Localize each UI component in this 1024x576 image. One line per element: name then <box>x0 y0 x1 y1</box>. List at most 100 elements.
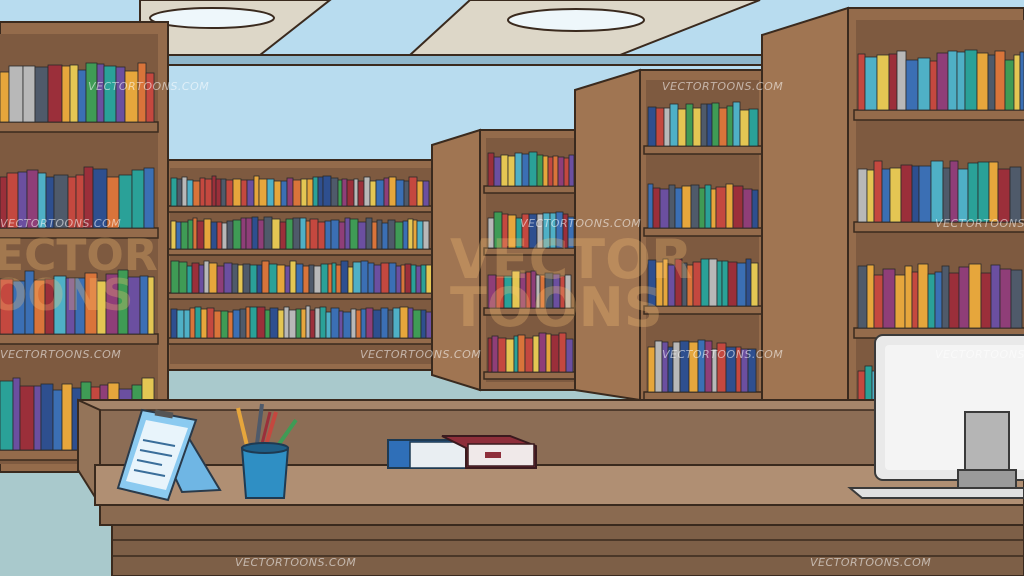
book-spine <box>131 169 145 229</box>
book-spine <box>751 189 759 229</box>
book-spine <box>206 307 215 339</box>
book-spine <box>404 263 412 294</box>
ceiling-edge <box>139 54 781 66</box>
book-spine <box>191 262 200 294</box>
book-spine <box>700 103 708 147</box>
book-spine <box>0 71 10 123</box>
book-spine <box>491 335 499 373</box>
book-spine <box>295 263 304 294</box>
book-spine <box>213 310 222 339</box>
watermark-text: VECTORTOONS.COM <box>0 348 122 361</box>
book-spine <box>674 187 683 229</box>
book-spine <box>232 309 241 339</box>
book-spine <box>284 265 291 294</box>
book-spine <box>199 177 206 207</box>
book-spine <box>325 311 332 339</box>
book-spine <box>698 187 706 229</box>
book-spine <box>487 337 493 373</box>
book-spine <box>225 179 234 207</box>
book-spine <box>181 176 188 207</box>
book-spine <box>387 309 394 339</box>
book-spine <box>988 161 999 223</box>
book-spine <box>654 340 663 393</box>
book-spine <box>659 188 670 229</box>
book-spine <box>726 105 734 147</box>
book-spine <box>497 337 507 373</box>
book-spine <box>268 263 278 294</box>
book-spine <box>422 220 430 250</box>
book-spine <box>715 186 727 229</box>
book-spine <box>365 217 373 250</box>
book-spine <box>563 157 570 187</box>
book-spine <box>330 307 340 339</box>
watermark-logo-left: VECTOR TOONS <box>0 234 158 318</box>
book-spine <box>408 176 418 207</box>
book-spine <box>647 106 657 147</box>
book-spine <box>299 217 307 250</box>
book-spine <box>987 54 996 111</box>
book-spine <box>904 265 913 329</box>
book-spine <box>327 263 333 294</box>
book-spine <box>708 258 718 307</box>
book-spine <box>221 222 228 250</box>
book-spine <box>647 183 654 229</box>
book-spine <box>957 168 969 223</box>
ceiling-light <box>507 8 645 32</box>
book-spine <box>947 50 958 111</box>
book-spine <box>1019 51 1024 111</box>
book-spine <box>313 265 322 294</box>
book-spine <box>412 219 418 250</box>
book-spine <box>194 306 202 339</box>
book-spine <box>231 263 239 294</box>
watermark-text: VECTORTOONS.COM <box>810 556 932 569</box>
book-spine <box>283 306 290 339</box>
book-spine <box>732 185 744 229</box>
book-spine <box>918 165 932 223</box>
book-spine <box>305 220 311 250</box>
book-spine <box>888 53 898 111</box>
book-spine <box>685 103 694 147</box>
book-spine <box>930 160 944 223</box>
book-spine <box>170 177 178 207</box>
book-spine <box>1004 59 1015 111</box>
book-spine <box>216 265 225 294</box>
shelf-board <box>643 391 763 401</box>
book-spine <box>285 218 294 250</box>
book-spine <box>568 154 575 187</box>
shelf-board <box>483 185 579 194</box>
book-spine <box>565 338 574 373</box>
book-spine <box>881 168 891 223</box>
book-spine <box>412 309 422 339</box>
book-spine <box>302 265 310 294</box>
book-spine <box>367 262 375 294</box>
book-spine <box>677 108 687 147</box>
book-spine <box>22 65 36 123</box>
book-spine <box>40 383 54 451</box>
book-spine <box>745 258 752 307</box>
book-spine <box>917 263 929 329</box>
book-spine <box>211 175 217 207</box>
book-spine <box>317 176 324 207</box>
book-spine <box>528 151 538 187</box>
book-spine <box>655 107 665 147</box>
book-spine <box>857 265 868 329</box>
book-spine <box>399 306 409 339</box>
book-spine <box>710 188 717 229</box>
book-spine <box>271 218 281 250</box>
book-spine <box>407 218 414 250</box>
book-spine <box>727 261 738 307</box>
book-spine <box>372 309 382 339</box>
book-spine <box>186 265 193 294</box>
book-spine <box>990 264 1001 329</box>
book-spine <box>352 261 362 294</box>
book-spine <box>96 63 105 123</box>
book-spine <box>203 218 212 250</box>
book-spine <box>977 161 990 223</box>
book-spine <box>521 153 530 187</box>
book-spine <box>536 154 544 187</box>
book-spine <box>246 179 255 207</box>
book-spine <box>894 274 906 329</box>
book-spine <box>277 309 285 339</box>
book-spine <box>716 260 723 307</box>
book-spine <box>346 179 355 207</box>
